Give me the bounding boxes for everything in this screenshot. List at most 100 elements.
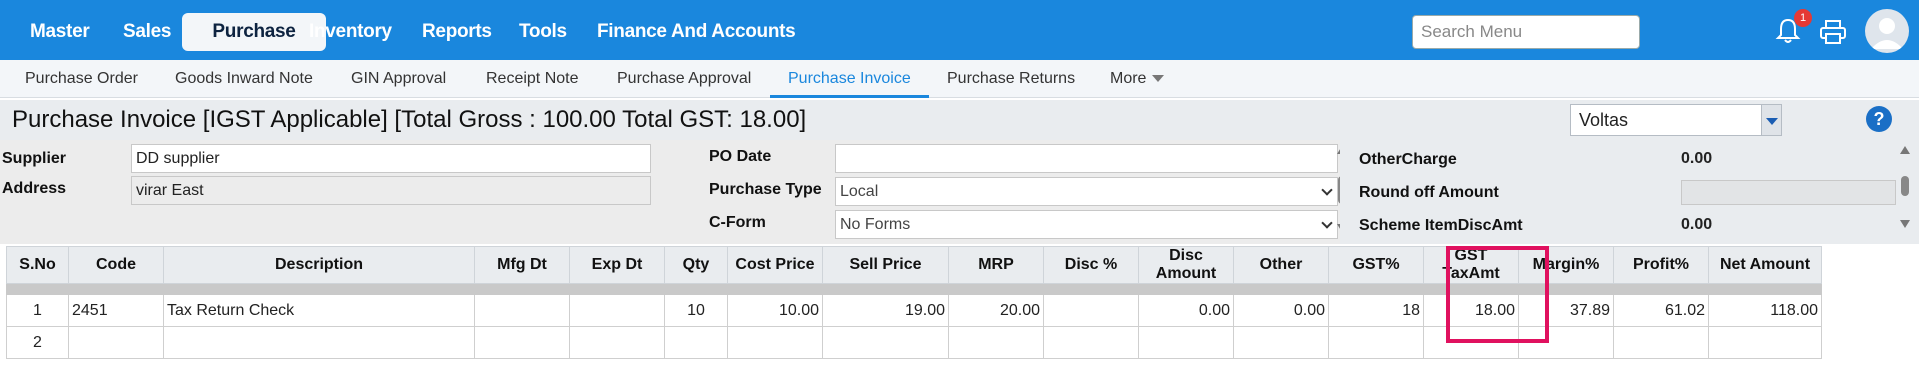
menu-inventory[interactable]: Inventory	[297, 13, 404, 51]
scheme-disc-label: Scheme ItemDiscAmt	[1359, 217, 1523, 234]
gst-taxamt-highlight-box	[1446, 246, 1549, 343]
menu-sales[interactable]: Sales	[111, 13, 183, 51]
cell-mrp[interactable]	[948, 326, 1044, 359]
address-field[interactable]: virar East	[131, 176, 651, 205]
cell-other[interactable]	[1233, 326, 1329, 359]
tab-purchase-approval[interactable]: Purchase Approval	[617, 60, 751, 98]
col-header-sell-price[interactable]: Sell Price	[822, 246, 949, 284]
filter-row	[6, 283, 1822, 295]
cell-code[interactable]: 2451	[68, 294, 164, 327]
supplier-field[interactable]: DD supplier	[131, 144, 651, 173]
col-header-exp-dt[interactable]: Exp Dt	[569, 246, 665, 284]
address-label: Address	[2, 180, 67, 197]
line-items-table: S.No Code Description Mfg Dt Exp Dt Qty …	[6, 246, 1822, 359]
other-charge-value: 0.00	[1681, 150, 1713, 167]
company-select-value: Voltas	[1579, 110, 1629, 130]
cell-gst-pct[interactable]	[1328, 326, 1424, 359]
cell-qty[interactable]: 10	[664, 294, 728, 327]
tab-purchase-invoice[interactable]: Purchase Invoice	[770, 60, 929, 98]
chevron-down-icon	[1321, 184, 1333, 196]
cform-value: No Forms	[840, 216, 911, 233]
chevron-down-icon	[1321, 217, 1333, 229]
printer-icon[interactable]	[1818, 18, 1848, 46]
table-row[interactable]: 2	[6, 326, 1822, 359]
cell-description[interactable]: Tax Return Check	[163, 294, 475, 327]
charges-scrollbar[interactable]	[1898, 146, 1912, 238]
tab-goods-inward-note[interactable]: Goods Inward Note	[175, 60, 313, 98]
cell-disc-pct[interactable]	[1043, 294, 1139, 327]
tab-more-label: More	[1110, 70, 1147, 87]
col-header-mfg-dt[interactable]: Mfg Dt	[474, 246, 570, 284]
col-header-disc-amount[interactable]: Disc Amount	[1138, 246, 1234, 284]
scheme-disc-value: 0.00	[1681, 216, 1713, 233]
po-date-field[interactable]	[835, 144, 1338, 173]
cell-sell-price[interactable]	[822, 326, 949, 359]
cell-profit[interactable]: 61.02	[1613, 294, 1709, 327]
po-date-label: PO Date	[709, 148, 772, 165]
scroll-thumb[interactable]	[1901, 176, 1909, 196]
purchase-type-select[interactable]: Local	[835, 177, 1338, 206]
col-header-qty[interactable]: Qty	[664, 246, 728, 284]
notification-badge: 1	[1794, 9, 1812, 27]
col-header-code[interactable]: Code	[68, 246, 164, 284]
cell-net-amount[interactable]	[1708, 326, 1822, 359]
cell-sno: 1	[6, 294, 69, 327]
scroll-down-icon[interactable]	[1900, 220, 1910, 228]
search-menu-input[interactable]: Search Menu	[1412, 15, 1640, 49]
cell-disc-amount[interactable]: 0.00	[1138, 294, 1234, 327]
round-off-field[interactable]	[1681, 180, 1896, 205]
menu-tools[interactable]: Tools	[507, 13, 579, 51]
menu-master[interactable]: Master	[18, 13, 101, 51]
help-icon[interactable]: ?	[1866, 106, 1892, 132]
cell-profit[interactable]	[1613, 326, 1709, 359]
table-header-row: S.No Code Description Mfg Dt Exp Dt Qty …	[6, 246, 1822, 284]
cell-mfg-dt[interactable]	[474, 326, 570, 359]
tab-purchase-returns[interactable]: Purchase Returns	[947, 60, 1075, 98]
col-header-disc-pct[interactable]: Disc %	[1043, 246, 1139, 284]
cell-disc-amount[interactable]	[1138, 326, 1234, 359]
chevron-down-icon[interactable]	[1761, 105, 1781, 135]
cell-qty[interactable]	[664, 326, 728, 359]
purchase-type-value: Local	[840, 183, 879, 200]
col-header-description[interactable]: Description	[163, 246, 475, 284]
cell-other[interactable]: 0.00	[1233, 294, 1329, 327]
col-header-gst-pct[interactable]: GST%	[1328, 246, 1424, 284]
user-avatar[interactable]	[1865, 9, 1909, 53]
cell-description[interactable]	[163, 326, 475, 359]
scroll-up-icon[interactable]	[1900, 146, 1910, 154]
tab-more[interactable]: More	[1110, 60, 1165, 98]
supplier-label: Supplier	[2, 150, 67, 167]
menu-reports[interactable]: Reports	[410, 13, 504, 51]
col-header-net-amount[interactable]: Net Amount	[1708, 246, 1822, 284]
cell-cost-price[interactable]: 10.00	[727, 294, 823, 327]
menu-finance-and-accounts[interactable]: Finance And Accounts	[585, 13, 807, 51]
cell-mrp[interactable]: 20.00	[948, 294, 1044, 327]
user-icon	[1871, 18, 1903, 49]
cell-code[interactable]	[68, 326, 164, 359]
col-header-sno[interactable]: S.No	[6, 246, 69, 284]
tab-gin-approval[interactable]: GIN Approval	[351, 60, 446, 98]
col-header-cost-price[interactable]: Cost Price	[727, 246, 823, 284]
tab-purchase-order[interactable]: Purchase Order	[25, 60, 138, 98]
caret-down-icon	[1152, 75, 1165, 83]
cell-gst-pct[interactable]: 18	[1328, 294, 1424, 327]
cform-select[interactable]: No Forms	[835, 210, 1338, 239]
cell-cost-price[interactable]	[727, 326, 823, 359]
cell-sell-price[interactable]: 19.00	[822, 294, 949, 327]
cell-exp-dt[interactable]	[569, 294, 665, 327]
round-off-label: Round off Amount	[1359, 184, 1499, 201]
col-header-profit[interactable]: Profit%	[1613, 246, 1709, 284]
filter-row-cell	[6, 283, 1822, 295]
cell-exp-dt[interactable]	[569, 326, 665, 359]
cell-mfg-dt[interactable]	[474, 294, 570, 327]
table-row[interactable]: 1 2451 Tax Return Check 10 10.00 19.00 2…	[6, 294, 1822, 327]
tab-receipt-note[interactable]: Receipt Note	[486, 60, 579, 98]
col-header-mrp[interactable]: MRP	[948, 246, 1044, 284]
col-header-other[interactable]: Other	[1233, 246, 1329, 284]
cell-sno: 2	[6, 326, 69, 359]
company-select[interactable]: Voltas	[1570, 104, 1782, 136]
cform-label: C-Form	[709, 214, 766, 231]
cell-net-amount[interactable]: 118.00	[1708, 294, 1822, 327]
page-title: Purchase Invoice [IGST Applicable] [Tota…	[12, 106, 807, 133]
cell-disc-pct[interactable]	[1043, 326, 1139, 359]
